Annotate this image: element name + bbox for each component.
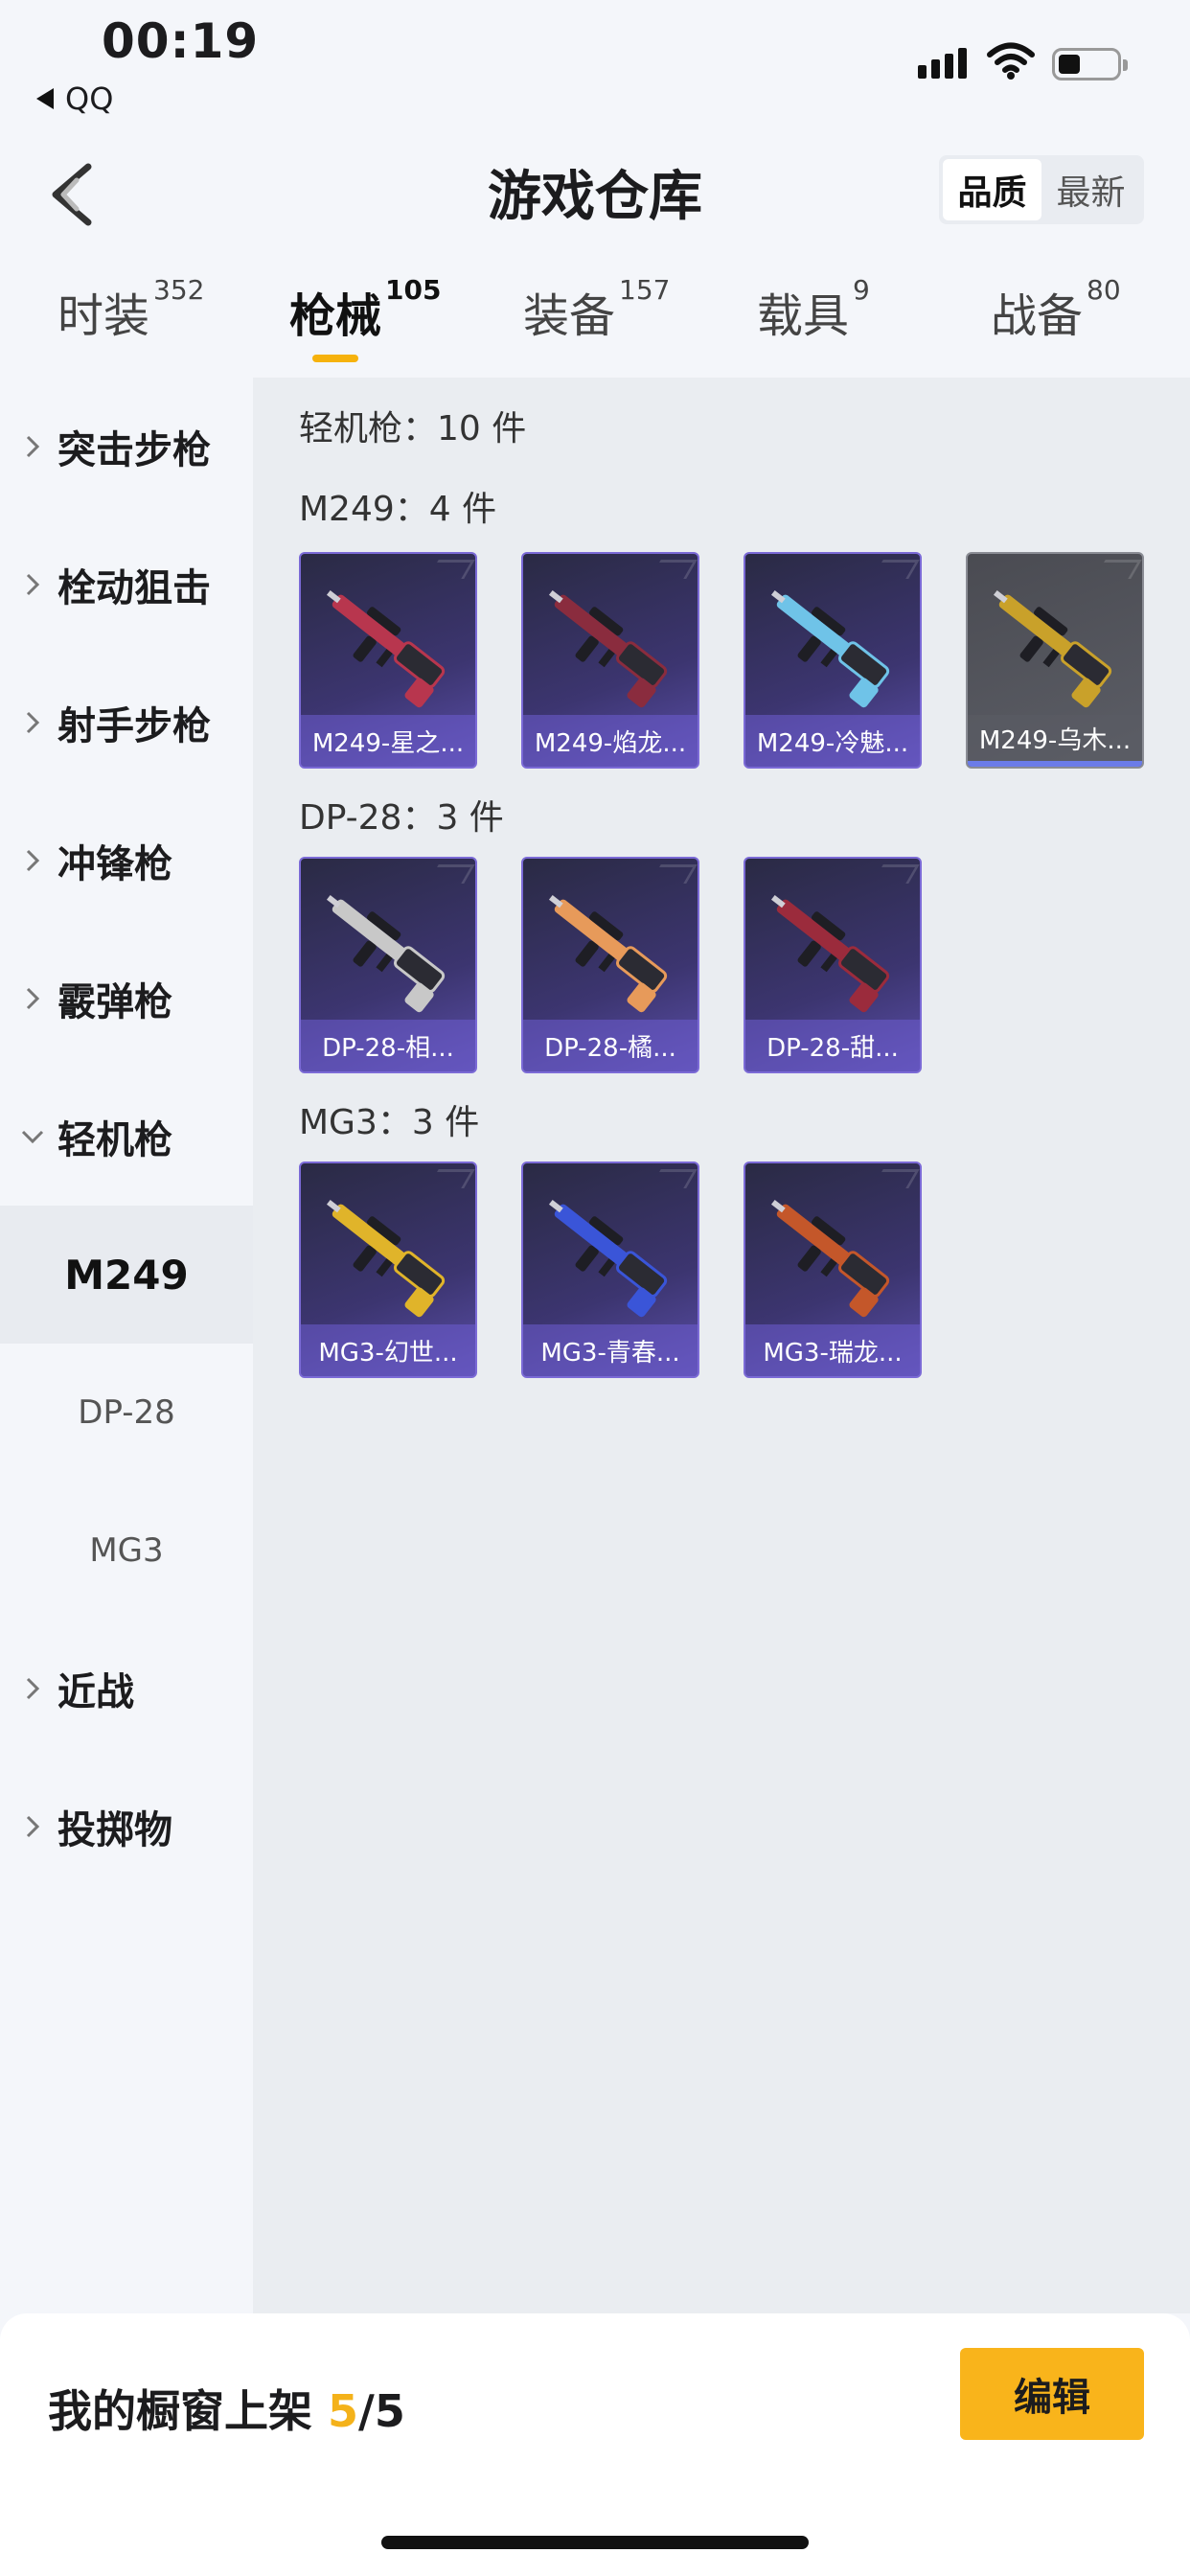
sidebar-item-throwables[interactable]: 投掷物	[0, 1758, 253, 1896]
item-name: MG3-幻世...	[301, 1324, 475, 1376]
item-card[interactable]: M249-冷魅...	[744, 552, 922, 769]
chevron-right-icon	[0, 1675, 57, 1702]
sort-quality-button[interactable]: 品质	[943, 159, 1041, 220]
sidebar-item-label: 射手步枪	[57, 704, 211, 748]
tab-label: 载具	[757, 289, 850, 343]
group-title-mg3: MG3：3 件	[299, 1103, 480, 1142]
chevron-down-icon	[0, 1128, 57, 1145]
back-app-label: QQ	[65, 80, 114, 117]
item-card[interactable]: DP-28-橘...	[521, 857, 699, 1073]
gun-skin-icon	[326, 1199, 446, 1318]
sidebar-item-shotgun[interactable]: 霰弹枪	[0, 930, 253, 1068]
chevron-right-icon	[0, 571, 57, 598]
cellular-signal-icon	[918, 48, 967, 79]
gun-skin-icon	[326, 894, 446, 1013]
sidebar-sub-dp28[interactable]: DP-28	[0, 1344, 253, 1482]
sort-newest-button[interactable]: 最新	[1041, 159, 1140, 220]
gun-skin-icon	[770, 1199, 890, 1318]
gun-skin-icon	[770, 589, 890, 708]
item-card[interactable]: DP-28-甜...	[744, 857, 922, 1073]
showcase-total: /5	[358, 2385, 405, 2437]
sidebar-item-label: 突击步枪	[57, 428, 211, 472]
gun-skin-icon	[993, 589, 1112, 708]
item-name: MG3-青春...	[523, 1324, 698, 1376]
item-card[interactable]: MG3-青春...	[521, 1162, 699, 1378]
weapon-list: 轻机枪：10 件 M249：4 件 M249-星之... M249-焰龙... …	[253, 378, 1190, 2313]
showcase-status: 我的橱窗上架 5/5	[48, 2377, 405, 2440]
tab-fashion[interactable]: 时装 352	[57, 274, 204, 345]
back-to-app[interactable]: QQ	[36, 80, 113, 117]
sidebar-item-label: 霰弹枪	[57, 980, 172, 1024]
showcase-label: 我的橱窗上架	[48, 2385, 312, 2437]
chevron-right-icon	[0, 1813, 57, 1840]
sidebar-item-label: 轻机枪	[57, 1118, 172, 1162]
sidebar-item-label: 近战	[57, 1670, 134, 1714]
item-card[interactable]: MG3-瑞龙...	[744, 1162, 922, 1378]
sidebar-item-bolt-sniper[interactable]: 栓动狙击	[0, 516, 253, 654]
sidebar-item-label: 冲锋枪	[57, 842, 172, 886]
tab-count: 105	[385, 274, 442, 306]
weapon-sidebar: 突击步枪 栓动狙击 射手步枪 冲锋枪 霰弹枪 轻机枪 M249 DP-28 MG…	[0, 378, 253, 2313]
tab-guns[interactable]: 枪械 105	[289, 274, 441, 362]
gun-skin-icon	[548, 1199, 668, 1318]
active-tab-indicator	[312, 355, 358, 362]
gun-skin-icon	[770, 894, 890, 1013]
showcase-footer: 我的橱窗上架 5/5 编辑	[0, 2313, 1190, 2576]
battery-icon	[1052, 48, 1128, 80]
sidebar-item-assault-rifle[interactable]: 突击步枪	[0, 378, 253, 516]
tab-count: 352	[153, 274, 205, 306]
tab-count: 157	[619, 274, 671, 306]
tab-label: 战备	[991, 289, 1084, 343]
gun-skin-icon	[548, 589, 668, 708]
chevron-right-icon	[0, 433, 57, 460]
item-card[interactable]: M249-焰龙...	[521, 552, 699, 769]
wifi-icon	[987, 42, 1035, 80]
item-name: DP-28-相...	[301, 1020, 475, 1071]
sidebar-item-label: 栓动狙击	[57, 566, 211, 610]
category-tabs: 时装 352 枪械 105 装备 157 载具 9 战备 80	[0, 274, 1190, 374]
status-time: 00:19	[102, 13, 260, 69]
tab-label: 时装	[57, 289, 150, 343]
gun-skin-icon	[548, 894, 668, 1013]
sidebar-item-lmg[interactable]: 轻机枪	[0, 1068, 253, 1206]
sidebar-item-label: 投掷物	[57, 1808, 172, 1852]
sidebar-sub-mg3[interactable]: MG3	[0, 1482, 253, 1620]
tab-label: 装备	[523, 289, 616, 343]
edit-button[interactable]: 编辑	[960, 2348, 1144, 2440]
home-indicator	[381, 2536, 809, 2549]
showcase-current: 5	[328, 2385, 359, 2437]
group-title-dp28: DP-28：3 件	[299, 798, 504, 838]
group-title-m249: M249：4 件	[299, 490, 497, 529]
tab-gear[interactable]: 战备 80	[991, 274, 1121, 345]
item-name: M249-星之...	[301, 715, 475, 767]
item-name: M249-焰龙...	[523, 715, 698, 767]
tab-count: 9	[853, 274, 870, 306]
sidebar-sub-m249[interactable]: M249	[0, 1206, 253, 1344]
item-name: MG3-瑞龙...	[745, 1324, 920, 1376]
gun-skin-icon	[326, 589, 446, 708]
tab-equipment[interactable]: 装备 157	[523, 274, 670, 345]
sidebar-item-marksman-rifle[interactable]: 射手步枪	[0, 654, 253, 792]
item-card[interactable]: M249-星之...	[299, 552, 477, 769]
item-name: DP-28-橘...	[523, 1020, 698, 1071]
chevron-right-icon	[0, 847, 57, 874]
chevron-right-icon	[0, 985, 57, 1012]
status-bar: 00:19 QQ	[0, 0, 1190, 125]
sidebar-item-melee[interactable]: 近战	[0, 1620, 253, 1758]
item-name: DP-28-甜...	[745, 1020, 920, 1071]
sort-toggle: 品质 最新	[939, 155, 1144, 224]
item-card[interactable]: MG3-幻世...	[299, 1162, 477, 1378]
back-triangle-icon	[36, 88, 54, 109]
item-card[interactable]: DP-28-相...	[299, 857, 477, 1073]
tab-vehicles[interactable]: 载具 9	[757, 274, 870, 345]
header: 游戏仓库 品质 最新	[0, 134, 1190, 249]
chevron-right-icon	[0, 709, 57, 736]
item-name: M249-乌木...	[968, 715, 1142, 767]
tab-count: 80	[1087, 274, 1121, 306]
sidebar-item-smg[interactable]: 冲锋枪	[0, 792, 253, 930]
item-name: M249-冷魅...	[745, 715, 920, 767]
tab-label: 枪械	[289, 289, 382, 343]
section-title: 轻机枪：10 件	[299, 409, 527, 448]
item-card[interactable]: M249-乌木...	[966, 552, 1144, 769]
